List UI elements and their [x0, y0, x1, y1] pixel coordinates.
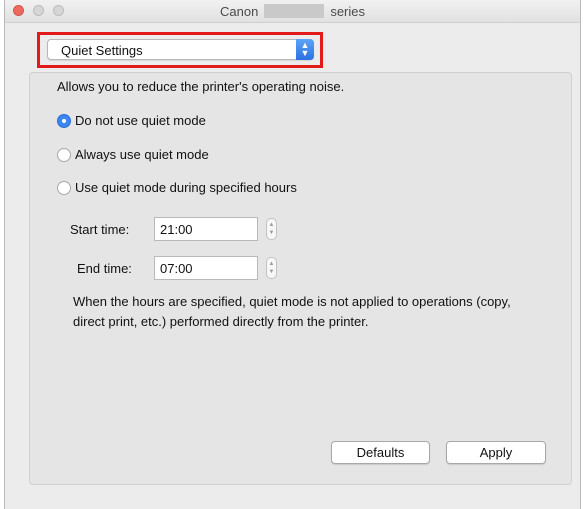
hours-note: When the hours are specified, quiet mode… [73, 294, 511, 329]
radio-option-always[interactable]: Always use quiet mode [57, 147, 209, 162]
defaults-button[interactable]: Defaults [331, 441, 430, 464]
apply-button[interactable]: Apply [446, 441, 546, 464]
radio-label: Always use quiet mode [75, 147, 209, 162]
end-time-label: End time: [77, 261, 132, 276]
window-title-series: series [330, 4, 365, 19]
chevron-updown-icon[interactable]: ▲ ▼ [296, 39, 314, 60]
radio-option-none[interactable]: Do not use quiet mode [57, 113, 206, 128]
radio-label: Use quiet mode during specified hours [75, 180, 297, 195]
settings-category-value: Quiet Settings [61, 43, 143, 58]
window-title-brand: Canon [220, 4, 259, 19]
radio-option-hours[interactable]: Use quiet mode during specified hours [57, 180, 297, 195]
radio-label: Do not use quiet mode [75, 113, 206, 128]
description-text: Allows you to reduce the printer's opera… [57, 79, 345, 94]
settings-panel [29, 72, 572, 485]
start-time-stepper[interactable]: ▲ ▼ [266, 218, 277, 240]
radio-button[interactable] [57, 180, 71, 195]
end-time-field[interactable]: 07:00 [154, 256, 258, 280]
model-name-redacted [264, 4, 325, 18]
radio-button[interactable] [57, 147, 71, 162]
title-bar: Canon series [5, 0, 580, 23]
radio-button[interactable] [57, 113, 71, 128]
window-title: Canon series [5, 4, 580, 19]
start-time-field[interactable]: 21:00 [154, 217, 258, 241]
end-time-stepper[interactable]: ▲ ▼ [266, 257, 277, 279]
settings-category-select[interactable]: Quiet Settings ▲ ▼ [47, 39, 314, 60]
start-time-label: Start time: [70, 222, 130, 237]
